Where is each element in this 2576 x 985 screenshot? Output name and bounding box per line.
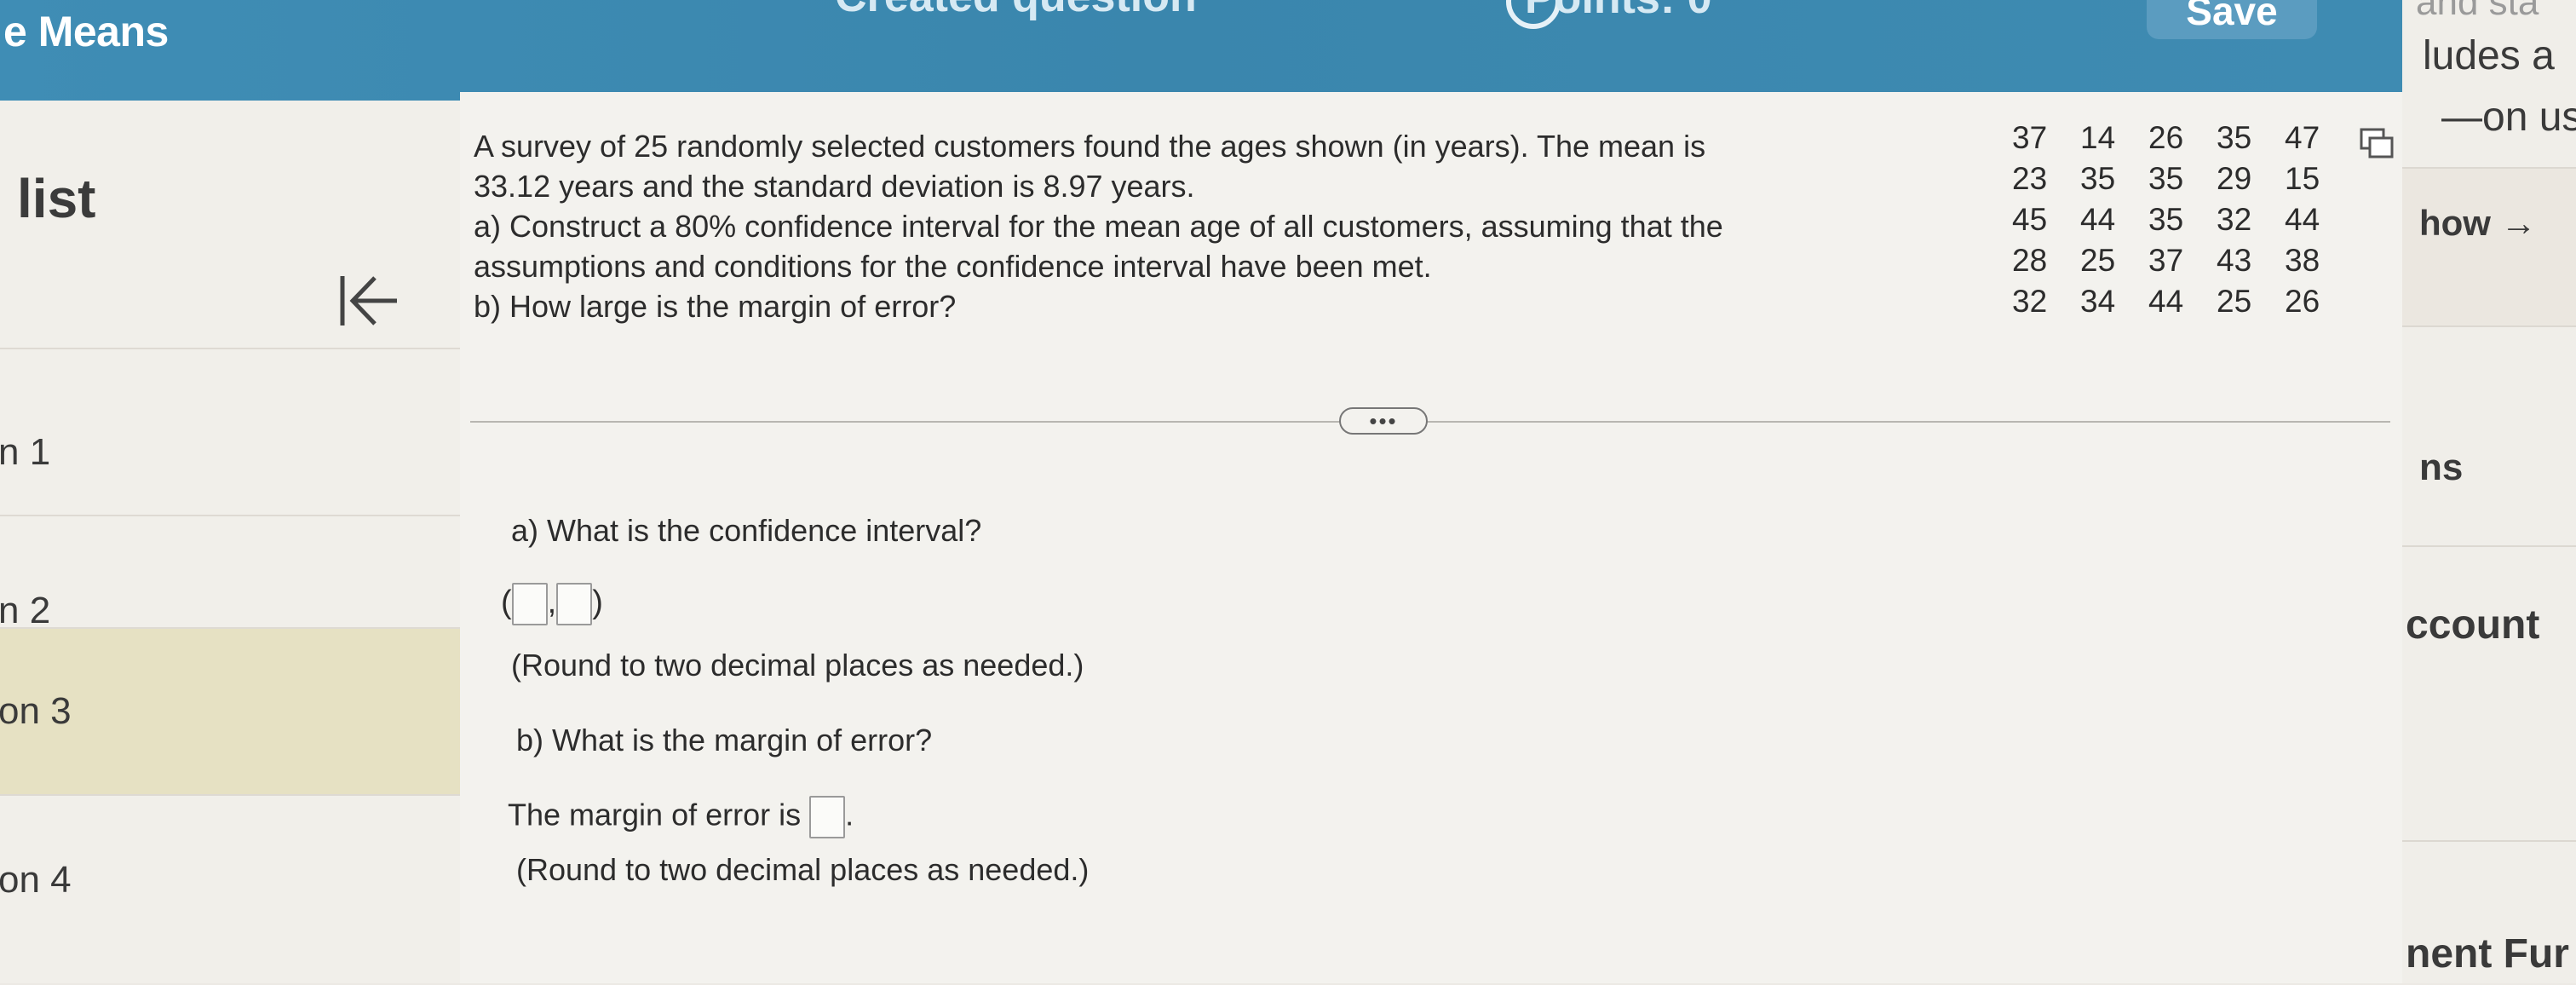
points-text: Points: 0 [1525, 0, 1712, 24]
header-cut-text: Created question [835, 0, 1197, 22]
section-divider [470, 421, 2390, 423]
interval-comma: , [547, 585, 557, 621]
open-paren: ( [501, 585, 512, 621]
top-header: e Means Created question Points: 0 Save [0, 0, 2576, 101]
data-cell: 15 [2285, 161, 2320, 196]
data-cell: 47 [2285, 120, 2320, 155]
interval-upper-input[interactable] [556, 583, 593, 625]
account-link[interactable]: ccount [2406, 602, 2539, 648]
interval-lower-input[interactable] [511, 583, 548, 625]
data-row: 32 34 44 25 26 [2012, 281, 2353, 322]
data-cell: 37 [2148, 243, 2184, 278]
sidebar-item-question-3[interactable]: on 3 [0, 627, 460, 796]
sidebar-item-label: n 2 [0, 590, 51, 631]
sidebar-item-label: on 3 [0, 690, 72, 732]
data-cell: 29 [2217, 161, 2252, 196]
data-cell: 43 [2217, 243, 2252, 278]
sidebar-title: list [17, 168, 96, 229]
sidebar-item-label: on 4 [0, 859, 72, 901]
data-cell: 23 [2012, 161, 2048, 196]
copy-data-icon[interactable] [2358, 126, 2395, 160]
right-ns-text: ns [2419, 446, 2464, 488]
data-cell: 35 [2217, 120, 2252, 155]
right-section: ccount [2402, 545, 2576, 842]
ages-data-table: 37 14 26 35 47 23 35 35 29 15 45 44 35 3… [2012, 118, 2353, 322]
part-a-prompt: a) What is the confidence interval? [511, 513, 982, 548]
sidebar-item-question-4[interactable]: on 4 [0, 794, 460, 963]
data-cell: 35 [2080, 161, 2116, 196]
data-row: 37 14 26 35 47 [2012, 118, 2353, 158]
data-cell: 45 [2012, 202, 2048, 237]
question-panel: A survey of 25 randomly selected custome… [460, 92, 2402, 983]
question-text: A survey of 25 randomly selected custome… [474, 129, 1723, 324]
right-sidebar: and sta ludes a —on us how → ns ccount n… [2402, 0, 2576, 983]
round-note-b: (Round to two decimal places as needed.) [516, 852, 1090, 887]
data-cell: 44 [2080, 202, 2116, 237]
margin-of-error-input[interactable] [809, 796, 846, 838]
sidebar-item-label: n 1 [0, 431, 51, 473]
margin-of-error-row: The margin of error is . [508, 796, 854, 838]
data-cell: 38 [2285, 243, 2320, 278]
assignment-title: e Means [3, 8, 169, 55]
right-section: ns [2402, 325, 2576, 547]
show-more-link[interactable]: how → [2419, 203, 2537, 244]
data-cell: 25 [2080, 243, 2116, 278]
collapse-sidebar-icon[interactable] [337, 271, 402, 331]
data-row: 45 44 35 32 44 [2012, 199, 2353, 240]
data-row: 23 35 35 29 15 [2012, 158, 2353, 199]
data-cell: 25 [2217, 284, 2252, 319]
part-b-prompt: b) What is the margin of error? [516, 723, 933, 757]
confidence-interval-inputs: (,) [501, 583, 603, 625]
data-cell: 14 [2080, 120, 2116, 155]
sidebar-item-question-1[interactable]: n 1 [0, 348, 460, 516]
right-section: nent Fur [2402, 840, 2576, 985]
data-cell: 32 [2217, 202, 2252, 237]
fund-link[interactable]: nent Fur [2406, 930, 2569, 977]
save-button[interactable]: Save [2147, 0, 2317, 39]
data-cell: 44 [2148, 284, 2184, 319]
right-ludes-text: ludes a [2423, 33, 2555, 78]
question-list-sidebar: list n 1 n 2 on 3 on 4 [0, 101, 460, 983]
data-cell: 35 [2148, 161, 2184, 196]
data-cell: 37 [2012, 120, 2048, 155]
data-cell: 35 [2148, 202, 2184, 237]
more-options-button[interactable]: ••• [1339, 407, 1428, 435]
round-note-a: (Round to two decimal places as needed.) [511, 648, 1084, 683]
data-cell: 28 [2012, 243, 2048, 278]
data-cell: 26 [2285, 284, 2320, 319]
data-cell: 26 [2148, 120, 2184, 155]
data-cell: 32 [2012, 284, 2048, 319]
close-paren: ) [592, 585, 603, 621]
data-cell: 34 [2080, 284, 2116, 319]
moe-suffix: . [845, 797, 854, 832]
right-section: how → [2402, 167, 2576, 327]
data-cell: 44 [2285, 202, 2320, 237]
right-on-us-text: —on us [2441, 95, 2576, 140]
data-row: 28 25 37 43 38 [2012, 240, 2353, 281]
right-cut-text: and sta [2416, 0, 2539, 23]
moe-prefix: The margin of error is [508, 797, 802, 832]
